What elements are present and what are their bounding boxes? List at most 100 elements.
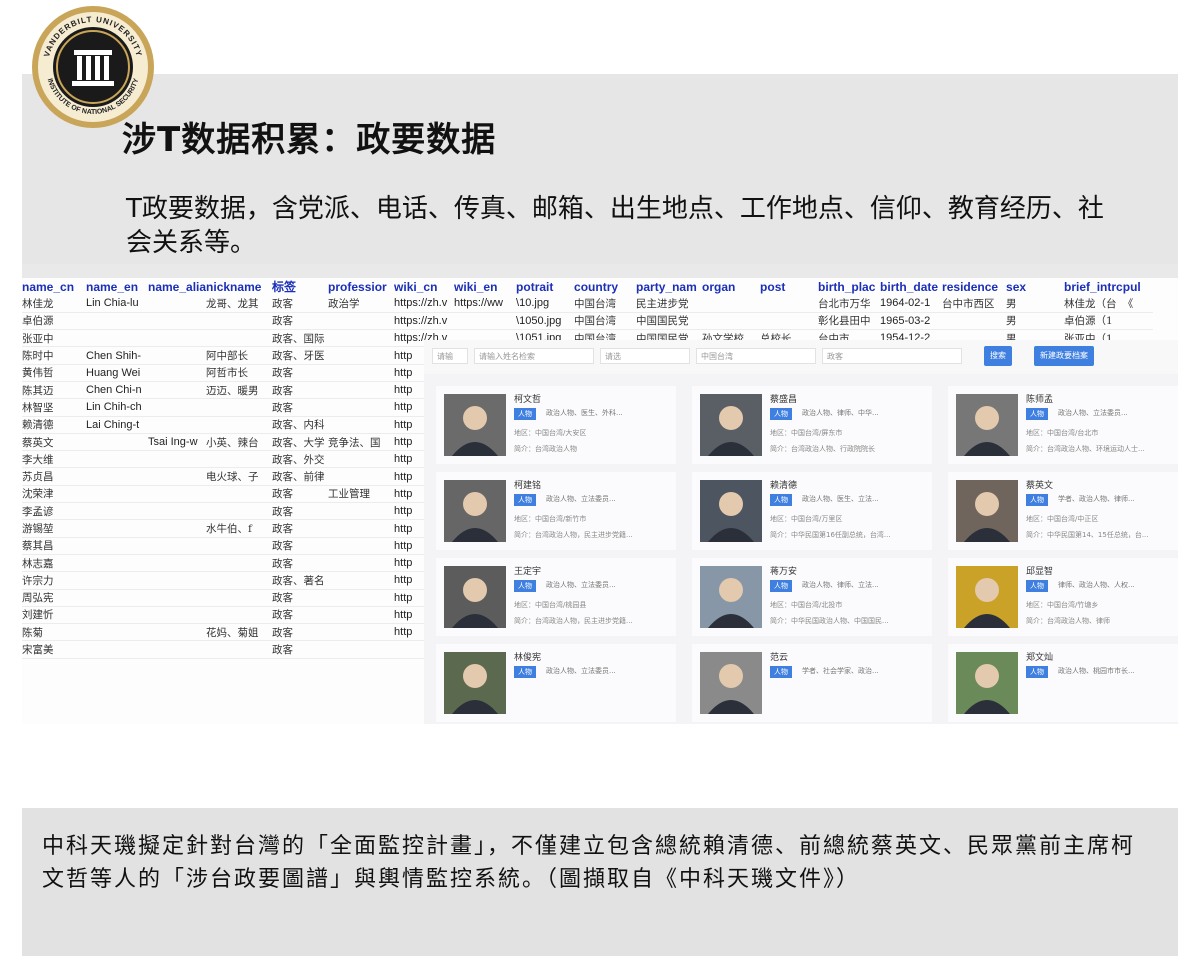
table-row: 卓伯源 政客 https://zh.v \1050.jpg 中国台湾 中国国民党 彰化县田中… bbox=[22, 312, 1153, 331]
column-header: name_cn bbox=[22, 279, 75, 294]
profile-type-badge: 人物 bbox=[1026, 408, 1048, 420]
filter-bar: 请输 请输入姓名检索 请选 中国台湾 政客 搜索 新建政要档案 bbox=[424, 340, 1178, 374]
column-header: birth_date bbox=[880, 279, 939, 294]
table-cell: 电火球、子 bbox=[206, 467, 273, 486]
table-cell bbox=[148, 485, 207, 504]
profile-name: 蔡盛昌 bbox=[770, 395, 798, 405]
table-cell: 竞争法、国 bbox=[328, 433, 395, 452]
profile-card[interactable]: 林俊宪 人物 政治人物、立法委员... bbox=[436, 644, 676, 722]
table-cell bbox=[206, 416, 273, 434]
profile-tags: 政治人物、医生、外科... bbox=[546, 409, 623, 417]
table-cell bbox=[86, 640, 148, 659]
table-cell bbox=[206, 640, 273, 659]
profile-card[interactable]: 郑文灿 人物 政治人物、桃园市市长... bbox=[948, 644, 1178, 722]
region-select[interactable]: 中国台湾 bbox=[696, 348, 816, 364]
column-header: pul bbox=[1122, 279, 1141, 294]
table-cell: 政客 bbox=[272, 519, 329, 538]
table-cell bbox=[206, 606, 273, 625]
portrait-photo bbox=[444, 394, 506, 456]
profile-card[interactable]: 柯建铭 人物 政治人物、立法委员... 地区：中国台湾/新竹市 简介：台湾政治人物，民主… bbox=[436, 472, 676, 550]
category-select[interactable]: 政客 bbox=[822, 348, 962, 364]
vanderbilt-seal-logo: VANDERBILT UNIVERSITY INSTITUTE OF NATIO… bbox=[30, 4, 156, 130]
profile-card[interactable]: 邱显智 人物 律师、政治人物、人权... 地区：中国台湾/竹塘乡 简介：台湾政治人物、律… bbox=[948, 558, 1178, 636]
table-cell: 政客、著名 bbox=[272, 571, 329, 590]
table-cell: 陈其迈 bbox=[22, 381, 86, 400]
table-cell: 政客 bbox=[272, 537, 329, 555]
table-cell: https://zh.v bbox=[394, 295, 455, 313]
table-cell bbox=[328, 346, 395, 365]
table-cell bbox=[942, 312, 1007, 331]
table-cell bbox=[760, 312, 819, 331]
profile-region: 地区：中国台湾/万里区 bbox=[770, 515, 843, 523]
table-cell bbox=[206, 571, 273, 590]
filter-select-1[interactable]: 请输 bbox=[432, 348, 468, 364]
table-cell bbox=[86, 433, 148, 452]
table-cell bbox=[328, 606, 395, 625]
table-cell bbox=[148, 467, 207, 486]
profile-region: 地区：中国台湾/桃园县 bbox=[514, 601, 587, 609]
table-cell: 沈荣津 bbox=[22, 485, 86, 504]
table-cell bbox=[148, 295, 207, 313]
profile-type-badge: 人物 bbox=[1026, 494, 1048, 506]
table-cell bbox=[206, 554, 273, 573]
profile-region: 地区：中国台湾/中正区 bbox=[1026, 515, 1099, 523]
table-cell: https://ww bbox=[454, 295, 517, 313]
table-cell: 中国国民党 bbox=[636, 312, 703, 331]
table-cell: 阿中部长 bbox=[206, 346, 273, 365]
profile-card[interactable]: 蔡英文 人物 学者、政治人物、律师... 地区：中国台湾/中正区 简介：中华民国第14、… bbox=[948, 472, 1178, 550]
name-search-input[interactable]: 请输入姓名检索 bbox=[474, 348, 594, 364]
table-cell: 政客、牙医 bbox=[272, 346, 329, 365]
profile-card[interactable]: 赖清德 人物 政治人物、医生、立法... 地区：中国台湾/万里区 简介：中华民国第16任… bbox=[692, 472, 932, 550]
profile-region: 地区：中国台湾/竹塘乡 bbox=[1026, 601, 1099, 609]
portrait-photo bbox=[444, 652, 506, 714]
table-cell: 林智坚 bbox=[22, 398, 86, 417]
profile-intro: 简介：台湾政治人物，民主进步党籍... bbox=[514, 617, 633, 625]
table-cell: 许宗力 bbox=[22, 571, 86, 590]
table-cell bbox=[148, 346, 207, 365]
profile-tags: 学者、政治人物、律师... bbox=[1058, 495, 1135, 503]
profile-card[interactable]: 蔡盛昌 人物 政治人物、律师、中华... 地区：中国台湾/屏东市 简介：台湾政治人物、行… bbox=[692, 386, 932, 464]
profile-card[interactable]: 柯文哲 人物 政治人物、医生、外科... 地区：中国台湾/大安区 简介：台湾政治人物 bbox=[436, 386, 676, 464]
profile-type-badge: 人物 bbox=[770, 666, 792, 678]
table-cell: 中国台湾 bbox=[574, 312, 637, 331]
table-cell: 中国台湾 bbox=[574, 295, 637, 313]
search-button[interactable]: 搜索 bbox=[984, 346, 1012, 366]
column-header: organ bbox=[702, 279, 736, 294]
table-cell: 林志嘉 bbox=[22, 554, 86, 573]
portrait-photo bbox=[956, 652, 1018, 714]
profile-card[interactable]: 蒋万安 人物 政治人物、律师、立法... 地区：中国台湾/北投市 简介：中华民国政治人物… bbox=[692, 558, 932, 636]
filter-select-2[interactable]: 请选 bbox=[600, 348, 690, 364]
profile-tags: 政治人物、立法委员... bbox=[546, 667, 616, 675]
table-cell bbox=[328, 416, 395, 434]
table-cell bbox=[148, 554, 207, 573]
table-cell: 迈迈、暖男 bbox=[206, 381, 273, 400]
table-cell bbox=[86, 502, 148, 521]
table-cell: \10.jpg bbox=[516, 295, 575, 313]
table-cell: 政客 bbox=[272, 381, 329, 400]
table-cell: Lin Chia-lu bbox=[86, 295, 148, 313]
table-cell bbox=[148, 519, 207, 538]
portrait-photo bbox=[956, 394, 1018, 456]
new-profile-button[interactable]: 新建政要档案 bbox=[1034, 346, 1094, 366]
table-cell: 小英、辣台 bbox=[206, 433, 273, 452]
profile-card[interactable]: 陈师孟 人物 政治人物、立法委员... 地区：中国台湾/台北市 简介：台湾政治人物、环境… bbox=[948, 386, 1178, 464]
table-cell: 政客 bbox=[272, 502, 329, 521]
table-cell bbox=[206, 589, 273, 607]
column-header: sex bbox=[1006, 279, 1027, 294]
table-cell: 蔡英文 bbox=[22, 433, 86, 452]
profile-type-badge: 人物 bbox=[514, 580, 536, 592]
table-cell: 政客、前律 bbox=[272, 467, 329, 486]
table-cell bbox=[86, 519, 148, 538]
profile-card[interactable]: 王定宇 人物 政治人物、立法委员... 地区：中国台湾/桃园县 简介：台湾政治人物，民主… bbox=[436, 558, 676, 636]
table-cell bbox=[328, 450, 395, 469]
profile-name: 邱显智 bbox=[1026, 567, 1054, 577]
table-cell: 政客 bbox=[272, 485, 329, 504]
profile-tags: 政治人物、桃园市市长... bbox=[1058, 667, 1135, 675]
table-cell: 1964-02-1 bbox=[880, 295, 943, 313]
profile-type-badge: 人物 bbox=[514, 494, 536, 506]
profile-intro: 简介：台湾政治人物 bbox=[514, 445, 577, 453]
portrait-photo bbox=[444, 480, 506, 542]
profile-type-badge: 人物 bbox=[770, 580, 792, 592]
profile-card[interactable]: 范云 人物 学者、社会学家、政治... bbox=[692, 644, 932, 722]
table-cell: 政客、外交 bbox=[272, 450, 329, 469]
